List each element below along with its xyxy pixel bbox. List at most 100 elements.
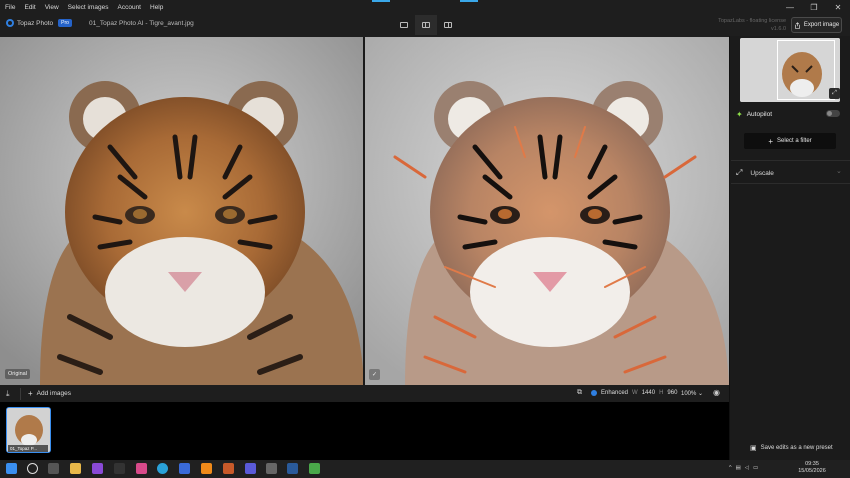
windows-taskbar bbox=[0, 460, 850, 478]
height-value: 960 bbox=[667, 390, 678, 396]
vlc-icon[interactable] bbox=[201, 463, 212, 474]
side-by-side-view-button[interactable] bbox=[437, 15, 459, 35]
original-tag: Original bbox=[5, 369, 30, 379]
width-value: 1440 bbox=[641, 390, 656, 396]
filmstrip-item-label: 01_Topaz P... bbox=[8, 445, 48, 452]
brand-name: Topaz Photo bbox=[17, 19, 54, 27]
eye-icon[interactable]: ◉ bbox=[713, 388, 720, 397]
split-view-button[interactable] bbox=[415, 15, 437, 35]
copilot-icon[interactable] bbox=[136, 463, 147, 474]
menu-file[interactable]: File bbox=[5, 4, 15, 11]
zoom-dropdown[interactable]: 100% ⌄ bbox=[681, 390, 703, 397]
autopilot-toggle[interactable] bbox=[826, 110, 840, 117]
network-icon[interactable]: ▤ bbox=[736, 465, 741, 471]
side-by-side-view-icon bbox=[444, 22, 452, 28]
split-divider-handle[interactable] bbox=[363, 37, 365, 385]
filmstrip bbox=[0, 402, 729, 460]
single-view-icon bbox=[400, 22, 408, 28]
volume-icon[interactable]: ◁ bbox=[745, 465, 749, 471]
select-filter-button[interactable]: + Select a filter bbox=[744, 133, 836, 149]
save-preset-label: Save edits as a new preset bbox=[760, 445, 833, 451]
app-icon[interactable] bbox=[223, 463, 234, 474]
checkmark-icon: ✓ bbox=[369, 369, 380, 380]
app-window: File Edit View Select images Account Hel… bbox=[0, 0, 850, 478]
clock-time: 09:35 bbox=[805, 461, 819, 467]
plus-icon: + bbox=[768, 136, 773, 146]
export-icon bbox=[794, 21, 800, 29]
menu-bar: File Edit View Select images Account Hel… bbox=[0, 0, 850, 14]
tray-chevron-icon[interactable]: ^ bbox=[729, 465, 732, 471]
save-preset-button[interactable]: ▣ Save edits as a new preset bbox=[750, 444, 833, 452]
upscale-icon: ⤢ bbox=[736, 168, 743, 177]
add-images-button[interactable]: + Add images bbox=[28, 389, 71, 398]
height-label: H bbox=[659, 390, 664, 396]
app-icon[interactable] bbox=[266, 463, 277, 474]
collapse-filmstrip-icon[interactable]: ⤓ bbox=[6, 389, 10, 399]
zoom-value: 100% bbox=[681, 391, 697, 397]
menu-help[interactable]: Help bbox=[150, 4, 163, 11]
license-info: TopazLabs - floating license v1.6.0 bbox=[706, 17, 786, 33]
menu-select-images[interactable]: Select images bbox=[68, 4, 109, 11]
task-view-icon[interactable] bbox=[48, 463, 59, 474]
taskbar-clock[interactable]: 09:35 15/05/2026 bbox=[797, 461, 827, 475]
enhanced-status-icon bbox=[591, 390, 597, 396]
title-accent-bar bbox=[460, 0, 478, 2]
navigator-viewport-frame[interactable] bbox=[777, 40, 835, 100]
autopilot-label: Autopilot bbox=[746, 111, 772, 118]
compare-icon[interactable]: ⧉ bbox=[577, 389, 582, 397]
system-tray: ^ ▤ ◁ ▭ bbox=[729, 465, 758, 471]
upscale-section-header[interactable]: ⤢ Upscale bbox=[736, 168, 774, 178]
menu-edit[interactable]: Edit bbox=[24, 4, 35, 11]
teams-icon[interactable] bbox=[245, 463, 256, 474]
chevron-down-icon[interactable]: ⌄ bbox=[836, 167, 842, 175]
brand: Topaz Photo Pro bbox=[6, 19, 72, 27]
clock-date: 15/05/2026 bbox=[798, 468, 826, 474]
pro-badge: Pro bbox=[58, 19, 72, 27]
menu-view[interactable]: View bbox=[45, 4, 59, 11]
app-icon[interactable] bbox=[309, 463, 320, 474]
close-button[interactable]: ✕ bbox=[826, 0, 850, 14]
topaz-logo-icon bbox=[6, 19, 14, 27]
windows-start-icon[interactable] bbox=[6, 463, 17, 474]
store-icon[interactable] bbox=[179, 463, 190, 474]
add-images-label: Add images bbox=[36, 390, 71, 397]
export-image-button[interactable]: Export image bbox=[791, 17, 842, 33]
split-view-icon bbox=[422, 22, 430, 28]
divider bbox=[20, 388, 21, 400]
tiger-original-image bbox=[0, 37, 364, 385]
select-filter-label: Select a filter bbox=[776, 138, 812, 144]
app-icon[interactable] bbox=[114, 463, 125, 474]
single-view-button[interactable] bbox=[393, 15, 415, 35]
maximize-button[interactable]: ❐ bbox=[802, 0, 826, 14]
save-icon: ▣ bbox=[750, 445, 757, 452]
window-controls: — ❐ ✕ bbox=[778, 0, 850, 14]
plus-icon: + bbox=[28, 389, 33, 398]
edge-icon[interactable] bbox=[157, 463, 168, 474]
file-explorer-icon[interactable] bbox=[70, 463, 81, 474]
tiger-enhanced-image bbox=[365, 37, 729, 385]
search-icon[interactable] bbox=[27, 463, 38, 474]
enhanced-info: Enhanced W 1440 H 960 bbox=[591, 390, 677, 396]
app-icon[interactable] bbox=[92, 463, 103, 474]
sparkle-icon: ✦ bbox=[736, 110, 743, 119]
export-label: Export image bbox=[803, 22, 840, 28]
enhanced-label: Enhanced bbox=[601, 390, 629, 396]
license-line: TopazLabs - floating license bbox=[718, 18, 786, 24]
version-line: v1.6.0 bbox=[771, 26, 786, 32]
width-label: W bbox=[632, 390, 638, 396]
minimize-button[interactable]: — bbox=[778, 0, 802, 14]
upscale-label: Upscale bbox=[750, 169, 774, 177]
divider bbox=[731, 183, 850, 184]
topaz-taskbar-icon[interactable] bbox=[287, 463, 298, 474]
divider bbox=[731, 160, 850, 161]
enhanced-image-pane[interactable] bbox=[365, 37, 729, 385]
autopilot-row: ✦ Autopilot bbox=[736, 110, 772, 119]
view-mode-switcher bbox=[393, 15, 459, 35]
title-accent-bar bbox=[372, 0, 390, 2]
document-filename: 01_Topaz Photo AI - Tigre_avant.jpg bbox=[89, 20, 194, 27]
menu-account[interactable]: Account bbox=[118, 4, 142, 11]
chevron-down-icon: ⌄ bbox=[698, 391, 704, 397]
expand-navigator-icon[interactable]: ⤢ bbox=[829, 88, 840, 99]
original-image-pane[interactable] bbox=[0, 37, 364, 385]
battery-icon[interactable]: ▭ bbox=[753, 465, 758, 471]
